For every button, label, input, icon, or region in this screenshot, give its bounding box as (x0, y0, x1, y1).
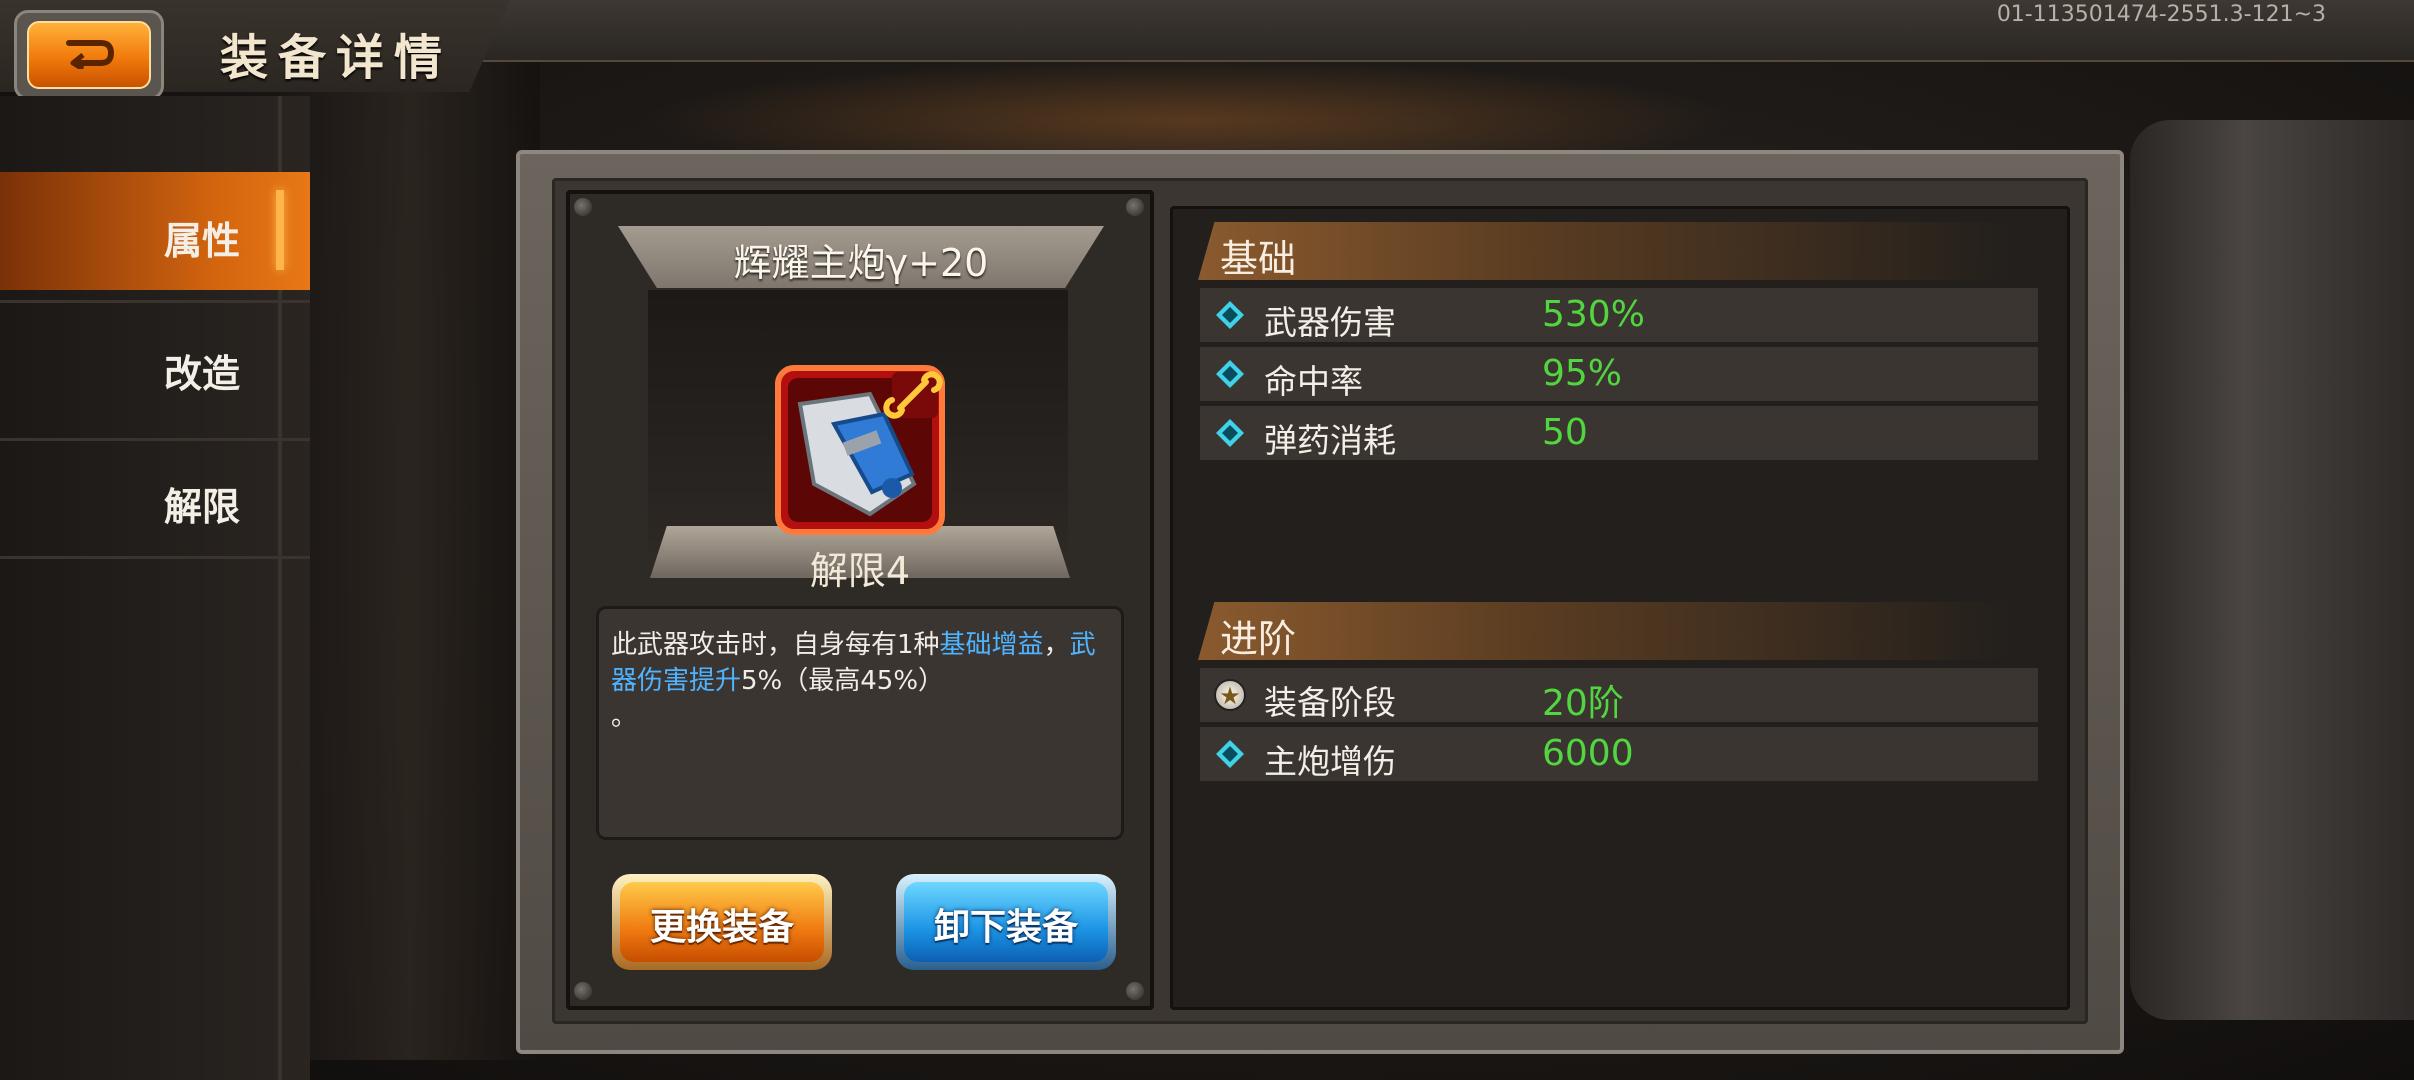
stat-row: 主炮增伤 6000 (1200, 727, 2038, 781)
sidebar-item-label: 解限 (164, 485, 241, 529)
rivet (574, 198, 592, 216)
diamond-icon (1216, 301, 1244, 329)
main-cannon-icon[interactable] (774, 364, 946, 536)
stat-value: 530% (1542, 294, 1645, 335)
active-indicator (276, 190, 284, 270)
background-door-right (2130, 120, 2414, 1020)
section-title: 进阶 (1220, 617, 1297, 661)
background-door-left (280, 60, 540, 1060)
sidebar-item-label: 属性 (164, 219, 241, 263)
limit-break-level: 解限4 (809, 549, 911, 593)
sidebar-item-attributes[interactable]: 属性 (0, 172, 310, 290)
menu-divider (0, 300, 310, 303)
diamond-icon (1216, 419, 1244, 447)
menu-divider (0, 556, 310, 559)
sidebar-item-modify[interactable]: 改造 (0, 305, 310, 425)
section-title: 基础 (1220, 237, 1297, 281)
rivet (1126, 198, 1144, 216)
back-arrow-icon (66, 40, 115, 69)
build-id-text: 01-113501474-2551.3-121~3 (1996, 2, 2326, 27)
section-header-advanced: 进阶 (1198, 602, 2018, 660)
description-text: 。 (611, 702, 638, 732)
stat-name: 主炮增伤 (1264, 742, 1396, 781)
back-button-face[interactable] (27, 21, 151, 89)
back-button[interactable] (14, 10, 164, 100)
stat-name: 命中率 (1264, 362, 1363, 401)
rivet (574, 982, 592, 1000)
stat-row: 命中率 95% (1200, 347, 2038, 401)
diamond-icon (1216, 740, 1244, 768)
stat-name: 装备阶段 (1264, 683, 1396, 722)
stat-name: 武器伤害 (1264, 303, 1396, 342)
stat-value: 95% (1542, 353, 1623, 394)
stat-row: ★ 装备阶段 20阶 (1200, 668, 2038, 724)
diamond-icon (1216, 360, 1244, 388)
button-label: 卸下装备 (933, 907, 1078, 948)
stat-row: 武器伤害 530% (1200, 288, 2038, 342)
section-header-basic: 基础 (1198, 222, 2018, 280)
unequip-button[interactable]: 卸下装备 (896, 874, 1116, 970)
description-text: ， (1043, 630, 1070, 660)
sidebar-item-limit-break[interactable]: 解限 (0, 438, 310, 558)
star-icon: ★ (1214, 679, 1246, 711)
replace-equipment-button[interactable]: 更换装备 (612, 874, 832, 970)
item-name: 辉耀主炮γ+20 (733, 241, 989, 285)
page-title: 装备详情 (220, 30, 453, 86)
description-text: 此武器攻击时，自身每有1种 (611, 630, 940, 660)
sidebar-item-label: 改造 (164, 352, 241, 396)
stat-value: 20阶 (1542, 683, 1624, 724)
item-description: 此武器攻击时，自身每有1种基础增益，武器伤害提升5%（最高45%）。 (596, 606, 1124, 840)
stat-name: 弹药消耗 (1264, 421, 1396, 460)
button-label: 更换装备 (649, 907, 794, 948)
stat-value: 50 (1542, 412, 1588, 453)
stat-row: 弹药消耗 50 (1200, 406, 2038, 460)
stat-value: 6000 (1542, 733, 1634, 774)
rivet (1126, 982, 1144, 1000)
description-text: 5%（最高45%） (741, 666, 945, 696)
description-keyword[interactable]: 基础增益 (940, 630, 1044, 660)
